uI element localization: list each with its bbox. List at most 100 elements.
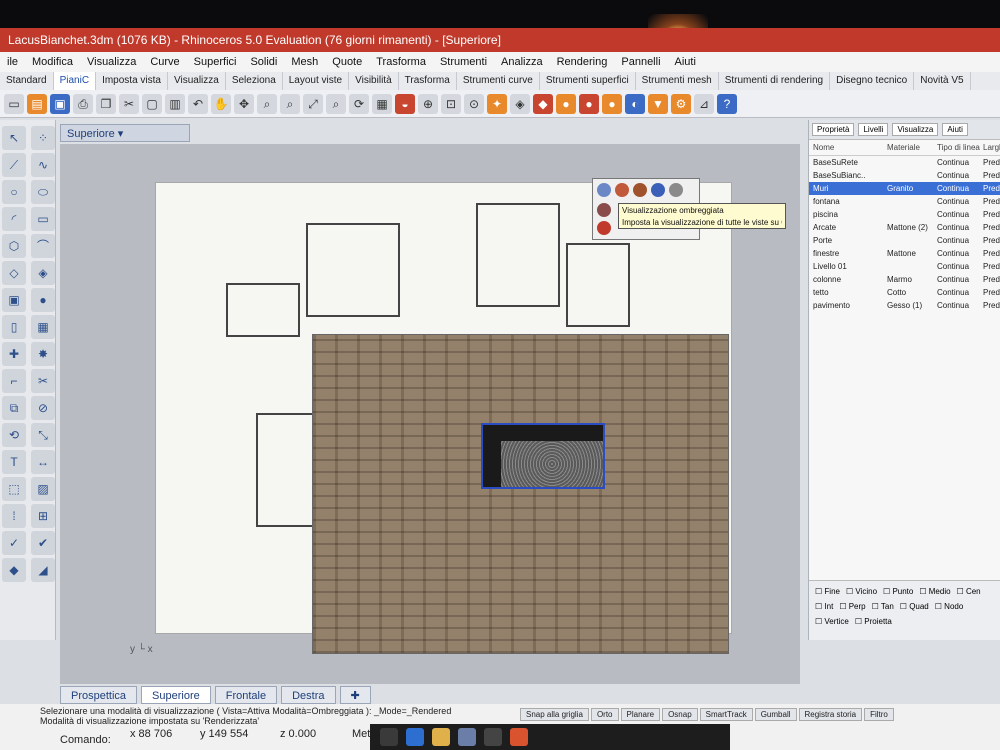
menu-strumenti[interactable]: Strumenti [433,52,494,72]
layer-row[interactable]: tetto Cotto Continua Predefinito [809,286,1000,299]
osnap-tan[interactable]: Tan [872,602,894,611]
command-prompt[interactable]: Comando: [60,734,111,746]
mesh-icon[interactable]: ▦ [31,315,55,339]
copy-icon[interactable]: ❐ [96,93,116,114]
chevron-down-icon[interactable]: ▾ [118,128,124,140]
zoom-window-icon[interactable]: ⌕ [280,93,300,114]
layer-row[interactable]: piscina Continua Predefinito [809,208,1000,221]
scale-icon[interactable]: ⤡ [31,423,55,447]
save-icon[interactable]: ▣ [50,93,70,114]
artistic-icon[interactable] [597,221,611,235]
osnap-vertice[interactable]: Vertice [815,617,848,626]
analyze-icon[interactable]: ✓ [2,531,26,555]
ellipse-icon[interactable]: ⬭ [31,180,55,204]
layer-row[interactable]: Arcate Mattone (2) Continua Predefinito [809,221,1000,234]
osnap-punto[interactable]: Punto [883,587,913,596]
menu-trasforma[interactable]: Trasforma [369,52,433,72]
menu-rendering[interactable]: Rendering [550,52,615,72]
menu-solidi[interactable]: Solidi [243,52,284,72]
help-icon[interactable]: ? [717,93,737,114]
tab-layout-viste[interactable]: Layout viste [283,72,350,90]
tab-strumenti-rendering[interactable]: Strumenti di rendering [719,72,831,90]
boolean-union-icon[interactable]: ✚ [2,342,26,366]
surface-icon[interactable]: ◇ [2,261,26,285]
tab-visualizza[interactable]: Visualizza [168,72,226,90]
osnap-int[interactable]: Int [815,602,833,611]
osnap-perp[interactable]: Perp [839,602,866,611]
arc-icon[interactable]: ◜ [2,207,26,231]
tab-superiore[interactable]: Superiore [141,686,211,704]
technical-icon[interactable] [597,203,611,217]
tab-strumenti-mesh[interactable]: Strumenti mesh [636,72,719,90]
menu-aiuti[interactable]: Aiuti [668,52,703,72]
gumball-toggle[interactable]: Gumball [754,708,797,721]
task-view-icon[interactable] [380,728,398,746]
transform-icon[interactable]: ⊿ [694,93,714,114]
loft-icon[interactable]: ◈ [31,261,55,285]
tab-standard[interactable]: Standard [0,72,54,90]
light-bulb-icon[interactable]: ✦ [487,93,507,114]
tab-destra[interactable]: Destra [281,686,336,704]
record-history-toggle[interactable]: Registra storia [798,708,863,721]
clipboard-icon[interactable]: ▥ [165,93,185,114]
filter-toggle[interactable]: Filtro [864,708,894,721]
rendered-icon[interactable] [633,183,647,197]
osnap-proietta[interactable]: Proietta [855,617,892,626]
curve-icon[interactable]: ∿ [31,153,55,177]
polyline-icon[interactable]: ⟋ [2,153,26,177]
xray-icon[interactable] [669,183,683,197]
zoom-extents-icon[interactable]: ⤢ [303,93,323,114]
fillet-icon[interactable]: ⌐ [2,369,26,393]
box-icon[interactable]: ▣ [2,288,26,312]
point-icon[interactable]: ⁘ [31,126,55,150]
planar-toggle[interactable]: Planare [620,708,661,721]
tab-pianic[interactable]: PianiC [53,72,97,90]
layer-row[interactable]: Livello 01 Continua Predefinito [809,260,1000,273]
snap-grid-toggle[interactable]: Snap alla griglia [520,708,589,721]
light-tool-icon[interactable]: ◢ [31,558,55,582]
tab-frontale[interactable]: Frontale [214,686,278,704]
tab-strumenti-superfici[interactable]: Strumenti superfici [540,72,636,90]
menu-analizza[interactable]: Analizza [494,52,550,72]
new-file-icon[interactable]: ▭ [4,93,24,114]
rhino-app-icon[interactable] [484,728,502,746]
textured-wall-render[interactable] [312,334,729,654]
smarttrack-toggle[interactable]: SmartTrack [699,708,753,721]
osnap-toggle[interactable]: Osnap [662,708,698,721]
menu-curve[interactable]: Curve [143,52,186,72]
menu-pannelli[interactable]: Pannelli [614,52,667,72]
panel-tab-visualizza[interactable]: Visualizza [892,123,939,136]
osnap-medio[interactable]: Medio [919,587,951,596]
options-gear-icon[interactable]: ⚙ [671,93,691,114]
layer-row[interactable]: pavimento Gesso (1) Continua Predefinito [809,299,1000,312]
display-mode-icon[interactable]: ◐ [625,93,645,114]
undo-icon[interactable]: ↶ [188,93,208,114]
split-icon[interactable]: ⊘ [31,396,55,420]
layer-row[interactable]: colonne Marmo Continua Predefinito [809,273,1000,286]
check-icon[interactable]: ✔ [31,531,55,555]
cylinder-icon[interactable]: ▯ [2,315,26,339]
free-curve-icon[interactable]: ⌒ [31,234,55,258]
panel-tab-proprieta[interactable]: Proprietà [812,123,855,136]
rotate-view-icon[interactable]: ⟳ [349,93,369,114]
cut-icon[interactable]: ✂ [119,93,139,114]
layer-row[interactable]: finestre Mattone Continua Predefinito [809,247,1000,260]
rotate-icon[interactable]: ⟲ [2,423,26,447]
osnap-cen[interactable]: Cen [957,587,981,596]
rectangle-icon[interactable]: ▭ [31,207,55,231]
join-icon[interactable]: ⧉ [2,396,26,420]
tab-novita[interactable]: Novità V5 [914,72,971,90]
pan-hand-icon[interactable]: ✋ [211,93,231,114]
layer-row[interactable]: BaseSuBianc.. Continua Predefinito [809,169,1000,182]
osnap-fine[interactable]: Fine [815,587,840,596]
menu-visualizza[interactable]: Visualizza [80,52,143,72]
layer-row[interactable]: fontana Continua Predefinito [809,195,1000,208]
ortho-toggle[interactable]: Orto [590,708,619,721]
osnap-vicino[interactable]: Vicino [846,587,877,596]
zoom-icon[interactable]: ⌕ [257,93,277,114]
menu-superfici[interactable]: Superfici [187,52,244,72]
explode-icon[interactable]: ✸ [31,342,55,366]
menu-quote[interactable]: Quote [325,52,369,72]
osnap-nodo[interactable]: Nodo [935,602,963,611]
dimension-icon[interactable]: ↔ [31,450,55,474]
